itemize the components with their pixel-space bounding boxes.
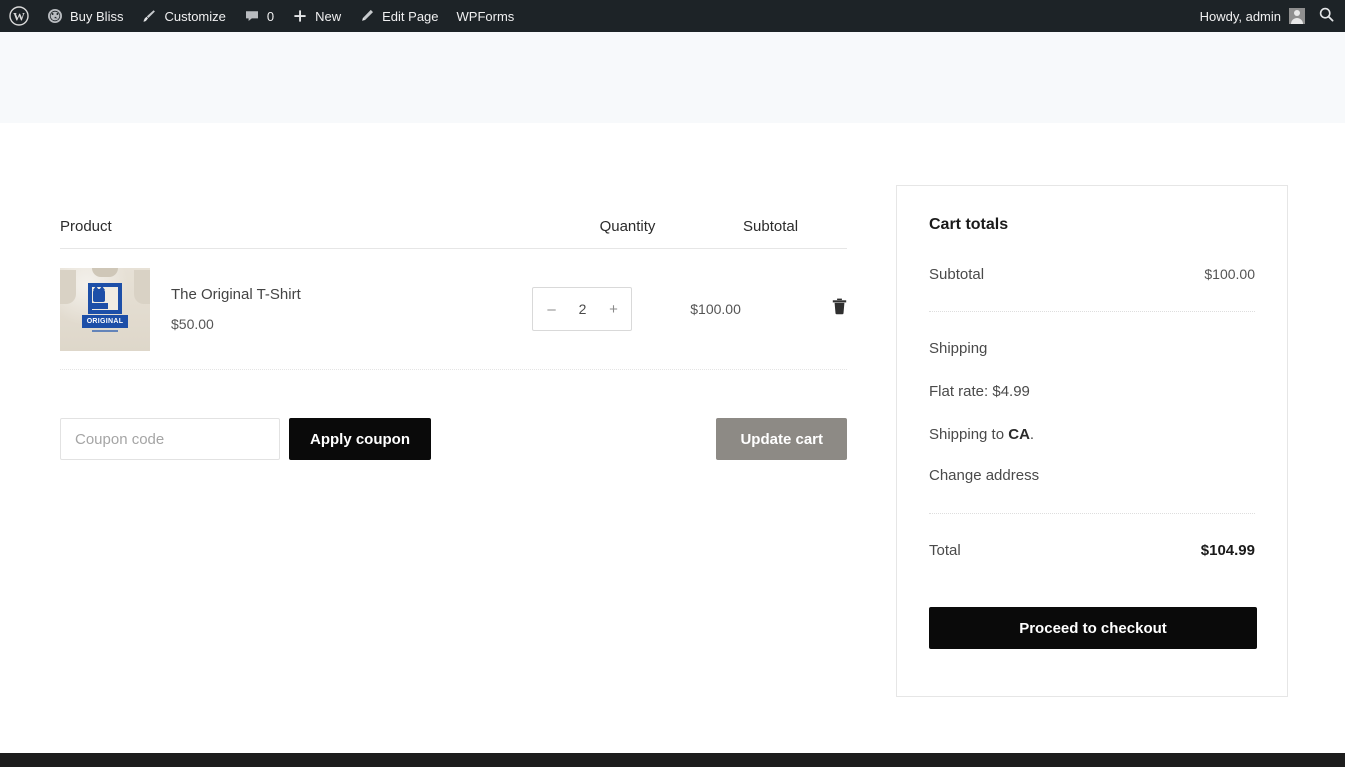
subtotal-label: Subtotal: [929, 266, 985, 283]
admin-bar-right-group: Howdy, admin: [1190, 0, 1345, 32]
print-base-bar: [90, 302, 108, 309]
shipping-flat-rate-option: Flat rate: $4.99: [929, 383, 1030, 400]
admin-bar-customize-label: Customize: [164, 8, 226, 24]
tshirt-sleeve-right: [134, 269, 150, 304]
admin-bar-howdy[interactable]: Howdy, admin: [1190, 0, 1313, 32]
cart-page-main: Product Quantity Subtotal ORIGINAL The O…: [0, 123, 1345, 753]
total-value: $104.99: [1200, 542, 1255, 559]
admin-bar-search-button[interactable]: [1313, 0, 1345, 32]
site-footer: [0, 753, 1345, 767]
update-cart-button[interactable]: Update cart: [716, 418, 847, 460]
trash-icon[interactable]: [832, 298, 847, 320]
admin-bar-wpforms[interactable]: WPForms: [448, 0, 524, 32]
total-label: Total: [929, 542, 961, 559]
totals-divider-1: [929, 311, 1255, 312]
cart-item-subtotal: $100.00: [690, 301, 741, 317]
admin-bar-wpforms-label: WPForms: [456, 8, 515, 24]
column-header-product: Product: [60, 218, 112, 235]
proceed-to-checkout-button[interactable]: Proceed to checkout: [929, 607, 1257, 649]
admin-bar-edit-page-label: Edit Page: [382, 8, 439, 24]
cart-totals-panel: Cart totals Subtotal $100.00 Shipping Fl…: [896, 185, 1288, 697]
admin-bar-edit-page[interactable]: Edit Page: [350, 0, 447, 32]
shipping-block: Shipping Flat rate: $4.99 Shipping to CA…: [929, 340, 1255, 485]
quantity-input[interactable]: 2: [579, 301, 587, 317]
cart-table: Product Quantity Subtotal ORIGINAL The O…: [60, 209, 847, 370]
search-icon: [1318, 6, 1335, 26]
product-meta: The Original T-Shirt $50.00: [171, 286, 301, 332]
apply-coupon-button[interactable]: Apply coupon: [289, 418, 431, 460]
admin-bar-site-name[interactable]: Buy Bliss: [38, 0, 132, 32]
admin-bar-customize[interactable]: Customize: [132, 0, 234, 32]
quantity-decrement-button[interactable]: –: [544, 302, 558, 317]
admin-bar-comments[interactable]: 0: [235, 0, 283, 32]
user-avatar-icon: [1289, 8, 1305, 24]
site-header-banner: [0, 32, 1345, 123]
shipping-label: Shipping: [929, 340, 988, 357]
totals-divider-2: [929, 513, 1255, 514]
comment-icon: [244, 8, 260, 24]
quantity-stepper[interactable]: – 2 +: [532, 287, 633, 331]
wp-admin-bar: W Buy Bliss Customize 0 New Edit Page WP…: [0, 0, 1345, 32]
print-creature-icon: [93, 285, 105, 302]
shipping-destination: Shipping to CA.: [929, 426, 1255, 443]
product-thumbnail[interactable]: ORIGINAL: [60, 267, 150, 351]
cart-totals-title: Cart totals: [929, 216, 1009, 233]
print-underline: [92, 329, 118, 332]
dashboard-icon: [47, 8, 63, 24]
tshirt-print-graphic: ORIGINAL: [82, 281, 128, 333]
pencil-icon: [359, 8, 375, 24]
plus-icon: [292, 8, 308, 24]
shipping-to-suffix: .: [1029, 426, 1035, 443]
product-unit-price: $50.00: [171, 316, 214, 332]
quantity-increment-button[interactable]: +: [606, 302, 620, 317]
subtotal-line: Subtotal $100.00: [929, 266, 1255, 283]
cart-item-product-cell: ORIGINAL The Original T-Shirt $50.00: [60, 267, 493, 351]
tshirt-sleeve-left: [60, 269, 76, 304]
admin-bar-howdy-label: Howdy, admin: [1199, 8, 1281, 24]
wordpress-logo-icon: W: [9, 6, 29, 26]
cart-table-header-row: Product Quantity Subtotal: [60, 209, 847, 249]
column-header-subtotal: Subtotal: [743, 218, 799, 235]
cart-item-row: ORIGINAL The Original T-Shirt $50.00 – 2…: [60, 249, 847, 370]
admin-bar-wordpress-logo[interactable]: W: [0, 0, 38, 32]
shipping-to-prefix: Shipping to: [929, 426, 1009, 443]
subtotal-value: $100.00: [1204, 266, 1255, 282]
cart-item-quantity-cell: – 2 +: [493, 287, 673, 331]
cart-item-remove-cell: [786, 298, 847, 320]
total-line: Total $104.99: [929, 542, 1255, 559]
column-header-quantity: Quantity: [599, 218, 656, 235]
coupon-row: Apply coupon Update cart: [60, 418, 847, 460]
print-word-label: ORIGINAL: [82, 314, 128, 328]
change-address-link[interactable]: Change address: [929, 467, 1039, 484]
admin-bar-new[interactable]: New: [283, 0, 350, 32]
coupon-code-input[interactable]: [60, 418, 280, 460]
admin-bar-new-label: New: [315, 8, 342, 24]
product-name-link[interactable]: The Original T-Shirt: [171, 286, 301, 303]
admin-bar-site-name-label: Buy Bliss: [70, 8, 124, 24]
shipping-to-region: CA: [1008, 426, 1030, 443]
admin-bar-comments-count: 0: [266, 8, 275, 24]
paintbrush-icon: [141, 8, 157, 24]
svg-text:W: W: [13, 10, 25, 24]
